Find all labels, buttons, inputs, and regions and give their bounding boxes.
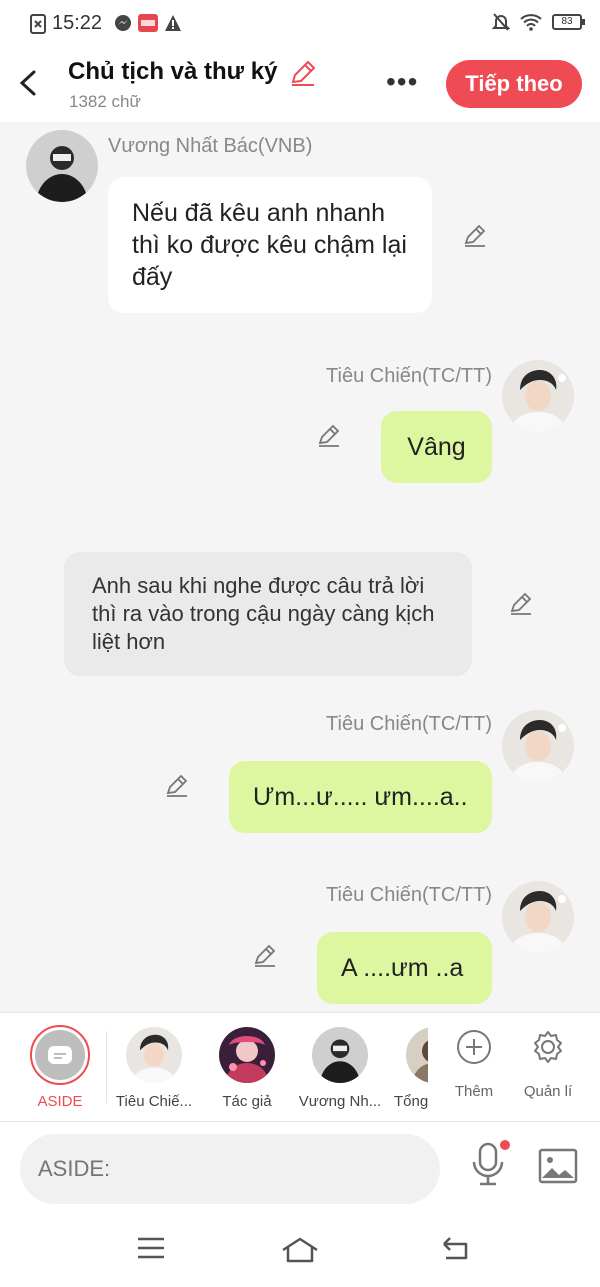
page-title: Chủ tịch và thư ký bbox=[68, 58, 278, 85]
edit-message-pencil-icon[interactable] bbox=[508, 589, 536, 617]
aside-chat-icon bbox=[35, 1030, 85, 1080]
avatar-tieu-chien[interactable] bbox=[502, 360, 574, 432]
character-selector-bar: ASIDE Tiêu Chiế... Tác giả Vương Nh... T… bbox=[0, 1012, 600, 1122]
word-count: 1382 chữ bbox=[69, 92, 141, 111]
edit-message-pencil-icon[interactable] bbox=[462, 221, 490, 249]
message-input[interactable] bbox=[20, 1134, 440, 1204]
notification-dot bbox=[500, 1140, 510, 1150]
message-bubble[interactable]: Vâng bbox=[381, 411, 492, 483]
character-author[interactable]: Tác giả bbox=[208, 1027, 286, 1110]
avatar-vuong-nhat-bac[interactable] bbox=[26, 130, 98, 202]
avatar-tieu-chien[interactable] bbox=[502, 881, 574, 953]
character-label: Tiêu Chiế... bbox=[115, 1093, 193, 1110]
message-bubble[interactable]: Nếu đã kêu anh nhanh thì ko được kêu chậ… bbox=[108, 177, 432, 313]
character-label: Tổng bbox=[394, 1093, 428, 1110]
back-arrow-icon[interactable] bbox=[14, 66, 44, 100]
narration-block[interactable]: Anh sau khi nghe được câu trả lời thì ra… bbox=[64, 552, 472, 676]
message-bubble[interactable]: A ....ưm ..a bbox=[317, 932, 492, 1004]
file-x-icon bbox=[30, 14, 46, 34]
next-button[interactable]: Tiếp theo bbox=[446, 60, 582, 108]
divider bbox=[106, 1031, 107, 1103]
warning-icon bbox=[165, 15, 181, 31]
sender-name: Tiêu Chiến(TC/TT) bbox=[326, 713, 492, 735]
character-tieu-chien[interactable]: Tiêu Chiế... bbox=[112, 1027, 196, 1110]
aside-button[interactable] bbox=[30, 1025, 90, 1085]
add-label: Thêm bbox=[454, 1083, 494, 1100]
manage-label: Quản lí bbox=[523, 1083, 573, 1100]
manage-button[interactable]: Quản lí bbox=[518, 1029, 578, 1100]
edit-message-pencil-icon[interactable] bbox=[164, 771, 192, 799]
wifi-icon bbox=[520, 14, 542, 31]
character-vuong-nhat-bac[interactable]: Vương Nh... bbox=[298, 1027, 382, 1110]
sender-name: Vương Nhất Bác(VNB) bbox=[108, 135, 313, 157]
edit-message-pencil-icon[interactable] bbox=[316, 421, 344, 449]
edit-message-pencil-icon[interactable] bbox=[252, 941, 280, 969]
more-options-icon[interactable]: ••• bbox=[386, 66, 418, 98]
status-bar: 15:22 83 bbox=[0, 0, 600, 46]
status-time: 15:22 bbox=[52, 12, 103, 34]
app-notification-icon bbox=[138, 14, 158, 32]
avatar bbox=[406, 1027, 428, 1083]
add-character-button[interactable]: Thêm bbox=[444, 1029, 504, 1100]
back-nav-icon[interactable] bbox=[440, 1236, 472, 1262]
home-icon[interactable] bbox=[280, 1236, 320, 1264]
app-header: Chủ tịch và thư ký 1382 chữ ••• Tiếp the… bbox=[0, 46, 600, 122]
avatar bbox=[126, 1027, 182, 1083]
message-bubble[interactable]: Ưm...ư..... ưm....a.. bbox=[229, 761, 492, 833]
avatar-tieu-chien[interactable] bbox=[502, 710, 574, 782]
plus-circle-icon bbox=[457, 1030, 491, 1064]
messenger-icon bbox=[115, 15, 131, 31]
gear-icon bbox=[534, 1031, 562, 1063]
avatar bbox=[312, 1027, 368, 1083]
edit-title-pencil-icon[interactable] bbox=[288, 58, 318, 88]
system-nav-bar bbox=[0, 1214, 600, 1287]
battery-indicator: 83 bbox=[552, 14, 585, 30]
avatar bbox=[219, 1027, 275, 1083]
image-icon[interactable] bbox=[538, 1148, 578, 1184]
mute-bell-icon bbox=[492, 13, 510, 31]
character-label: Tác giả bbox=[222, 1093, 272, 1110]
character-tong[interactable]: Tổng bbox=[392, 1027, 428, 1110]
character-label: Vương Nh... bbox=[298, 1093, 382, 1110]
sender-name: Tiêu Chiến(TC/TT) bbox=[326, 884, 492, 906]
input-bar bbox=[0, 1122, 600, 1214]
aside-label: ASIDE bbox=[37, 1093, 83, 1110]
menu-icon[interactable] bbox=[136, 1236, 166, 1260]
sender-name: Tiêu Chiến(TC/TT) bbox=[326, 365, 492, 387]
